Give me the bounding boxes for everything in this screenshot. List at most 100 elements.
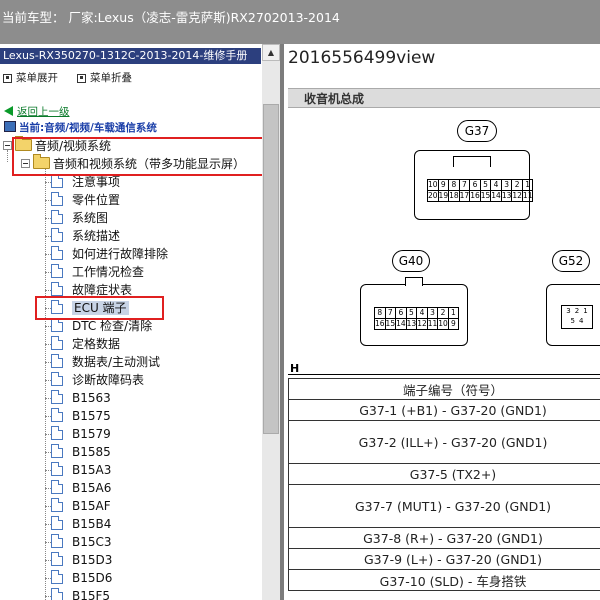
expand-menu-label: 菜单展开 (16, 72, 58, 84)
pin-number: 8 (374, 307, 386, 319)
tree-item[interactable]: B15D6 (45, 569, 112, 587)
pin-number: 13 (405, 318, 418, 330)
table-header: 端子编号（符号） (288, 378, 600, 400)
tree-item[interactable]: B15F5 (45, 587, 111, 600)
pin-number: 3 (426, 307, 439, 319)
connector-g37: 10 9 8 7 6 5 4 3 2 1 20 19 18 17 16 15 14 13 12 11 (414, 150, 534, 220)
document-icon (51, 282, 63, 296)
document-icon (51, 264, 63, 278)
tree-item[interactable]: 定格数据 (45, 335, 121, 353)
tree-item[interactable]: B1563 (45, 389, 111, 407)
tree-item[interactable]: B15A6 (45, 479, 112, 497)
connector-label-g52: G52 (552, 250, 590, 272)
tree-item[interactable]: 系统描述 (45, 227, 120, 245)
content-panel: 2016556499view 收音机总成 G37 10 9 8 7 6 5 4 3 2 1 20 19… (284, 44, 600, 600)
tree-item-label: 数据表/主动测试 (72, 355, 161, 369)
pin-number: 11 (521, 190, 534, 202)
document-icon (51, 498, 63, 512)
pin-number: 12 (416, 318, 428, 330)
pin-number: 4 (416, 307, 428, 319)
document-icon (51, 174, 63, 188)
tree-item-label: B15A6 (72, 481, 112, 495)
pin-number: 9 (437, 179, 450, 191)
document-icon (51, 444, 63, 458)
pin-number: 6 (469, 179, 481, 191)
tree-item[interactable]: B15C3 (45, 533, 112, 551)
pin-number: 2 (574, 307, 580, 315)
terminal-cell: G37-7 (MUT1) - G37-20 (GND1) (288, 484, 600, 528)
pin-number: 10 (437, 318, 449, 330)
tree-item-label: B15AF (72, 499, 111, 513)
pin-number: 7 (384, 307, 397, 319)
computer-icon (4, 121, 16, 132)
tree-item[interactable]: B1575 (45, 407, 111, 425)
terminal-cell: G37-1 (+B1) - G37-20 (GND1) (288, 399, 600, 421)
tree-item-label: B15B4 (72, 517, 112, 531)
tree-item[interactable]: 零件位置 (45, 191, 121, 209)
view-title: 2016556499view (288, 48, 436, 68)
pin-number: 19 (437, 190, 450, 202)
tree-item-label: B1563 (72, 391, 111, 405)
tree-item[interactable]: 工作情况检查 (45, 263, 145, 281)
pin-number: 11 (426, 318, 439, 330)
terminal-cell: G37-9 (L+) - G37-20 (GND1) (288, 548, 600, 570)
expand-icon (3, 73, 12, 83)
tree-item[interactable]: 系统图 (45, 209, 109, 227)
tree-item-label: 诊断故障码表 (72, 373, 145, 387)
tree-item[interactable]: B15A3 (45, 461, 112, 479)
pin-grid-g40: 8 7 6 5 4 3 2 1 16 15 14 13 12 11 10 9 (374, 307, 459, 330)
document-icon (51, 192, 63, 206)
document-icon (51, 570, 63, 584)
table-row: G37-9 (L+) - G37-20 (GND1) (288, 548, 600, 570)
terminal-cell: G37-8 (R+) - G37-20 (GND1) (288, 527, 600, 549)
section-title: 收音机总成 (288, 88, 600, 108)
pin-number: 4 (490, 179, 502, 191)
tree-scrollbar[interactable]: ▲ (262, 44, 280, 600)
pin-number: 17 (458, 190, 471, 202)
terminal-table: 端子编号（符号） G37-1 (+B1) - G37-20 (GND1) G37-… (288, 378, 600, 591)
pin-number: 13 (500, 190, 513, 202)
back-link[interactable]: 返回上一级 (4, 104, 70, 119)
pin-number: 10 (427, 179, 439, 191)
tree-item-label: 定格数据 (72, 337, 121, 351)
pin-number: 12 (511, 190, 523, 202)
tree-item-label: B1585 (72, 445, 111, 459)
back-arrow-icon (4, 106, 13, 116)
document-icon (51, 552, 63, 566)
tree-item[interactable]: 诊断故障码表 (45, 371, 145, 389)
collapse-node-icon[interactable] (3, 141, 12, 150)
tree-item[interactable]: B15B4 (45, 515, 112, 533)
scroll-thumb[interactable] (263, 104, 279, 434)
connector-g52: 32154 (546, 284, 600, 346)
tree-item-label: B15A3 (72, 463, 112, 477)
tree-item[interactable]: B15D3 (45, 551, 112, 569)
manual-title: Lexus-RX350270-1312C-2013-2014-维修手册 (0, 48, 261, 64)
collapse-menu-button[interactable]: 菜单折叠 (77, 70, 132, 85)
pin-number: 15 (384, 318, 397, 330)
table-row: G37-10 (SLD) - 车身搭铁 (288, 569, 600, 591)
pin-number: 1 (447, 307, 459, 319)
tree-item-label: 零件位置 (72, 193, 121, 207)
tree-item[interactable]: B1585 (45, 443, 111, 461)
vehicle-title: 当前车型： 厂家:Lexus（凌志-雷克萨斯)RX2702013-2014 (2, 10, 340, 25)
tree-item[interactable]: 数据表/主动测试 (45, 353, 161, 371)
terminal-cell: G37-2 (ILL+) - G37-20 (GND1) (288, 420, 600, 464)
tree-item-label: 注意事项 (72, 175, 121, 189)
tree-item[interactable]: B1579 (45, 425, 111, 443)
tree-item-label: 工作情况检查 (72, 265, 145, 279)
document-icon (51, 390, 63, 404)
tree-item-label: B15F5 (72, 589, 111, 600)
document-icon (51, 336, 63, 350)
tree-item[interactable]: B15AF (45, 497, 111, 515)
tree-item-label: B1575 (72, 409, 111, 423)
tree-item-label: 系统图 (72, 211, 109, 225)
pin-number: 16 (469, 190, 481, 202)
expand-menu-button[interactable]: 菜单展开 (3, 70, 58, 85)
tree-item[interactable]: 如何进行故障排除 (45, 245, 168, 263)
pin-number: 16 (374, 318, 386, 330)
scroll-up-arrow-icon[interactable]: ▲ (262, 44, 280, 61)
table-row: G37-8 (R+) - G37-20 (GND1) (288, 527, 600, 549)
document-icon (51, 426, 63, 440)
tree-item-label: B1579 (72, 427, 111, 441)
top-bar: 当前车型： 厂家:Lexus（凌志-雷克萨斯)RX2702013-2014 (0, 0, 600, 44)
